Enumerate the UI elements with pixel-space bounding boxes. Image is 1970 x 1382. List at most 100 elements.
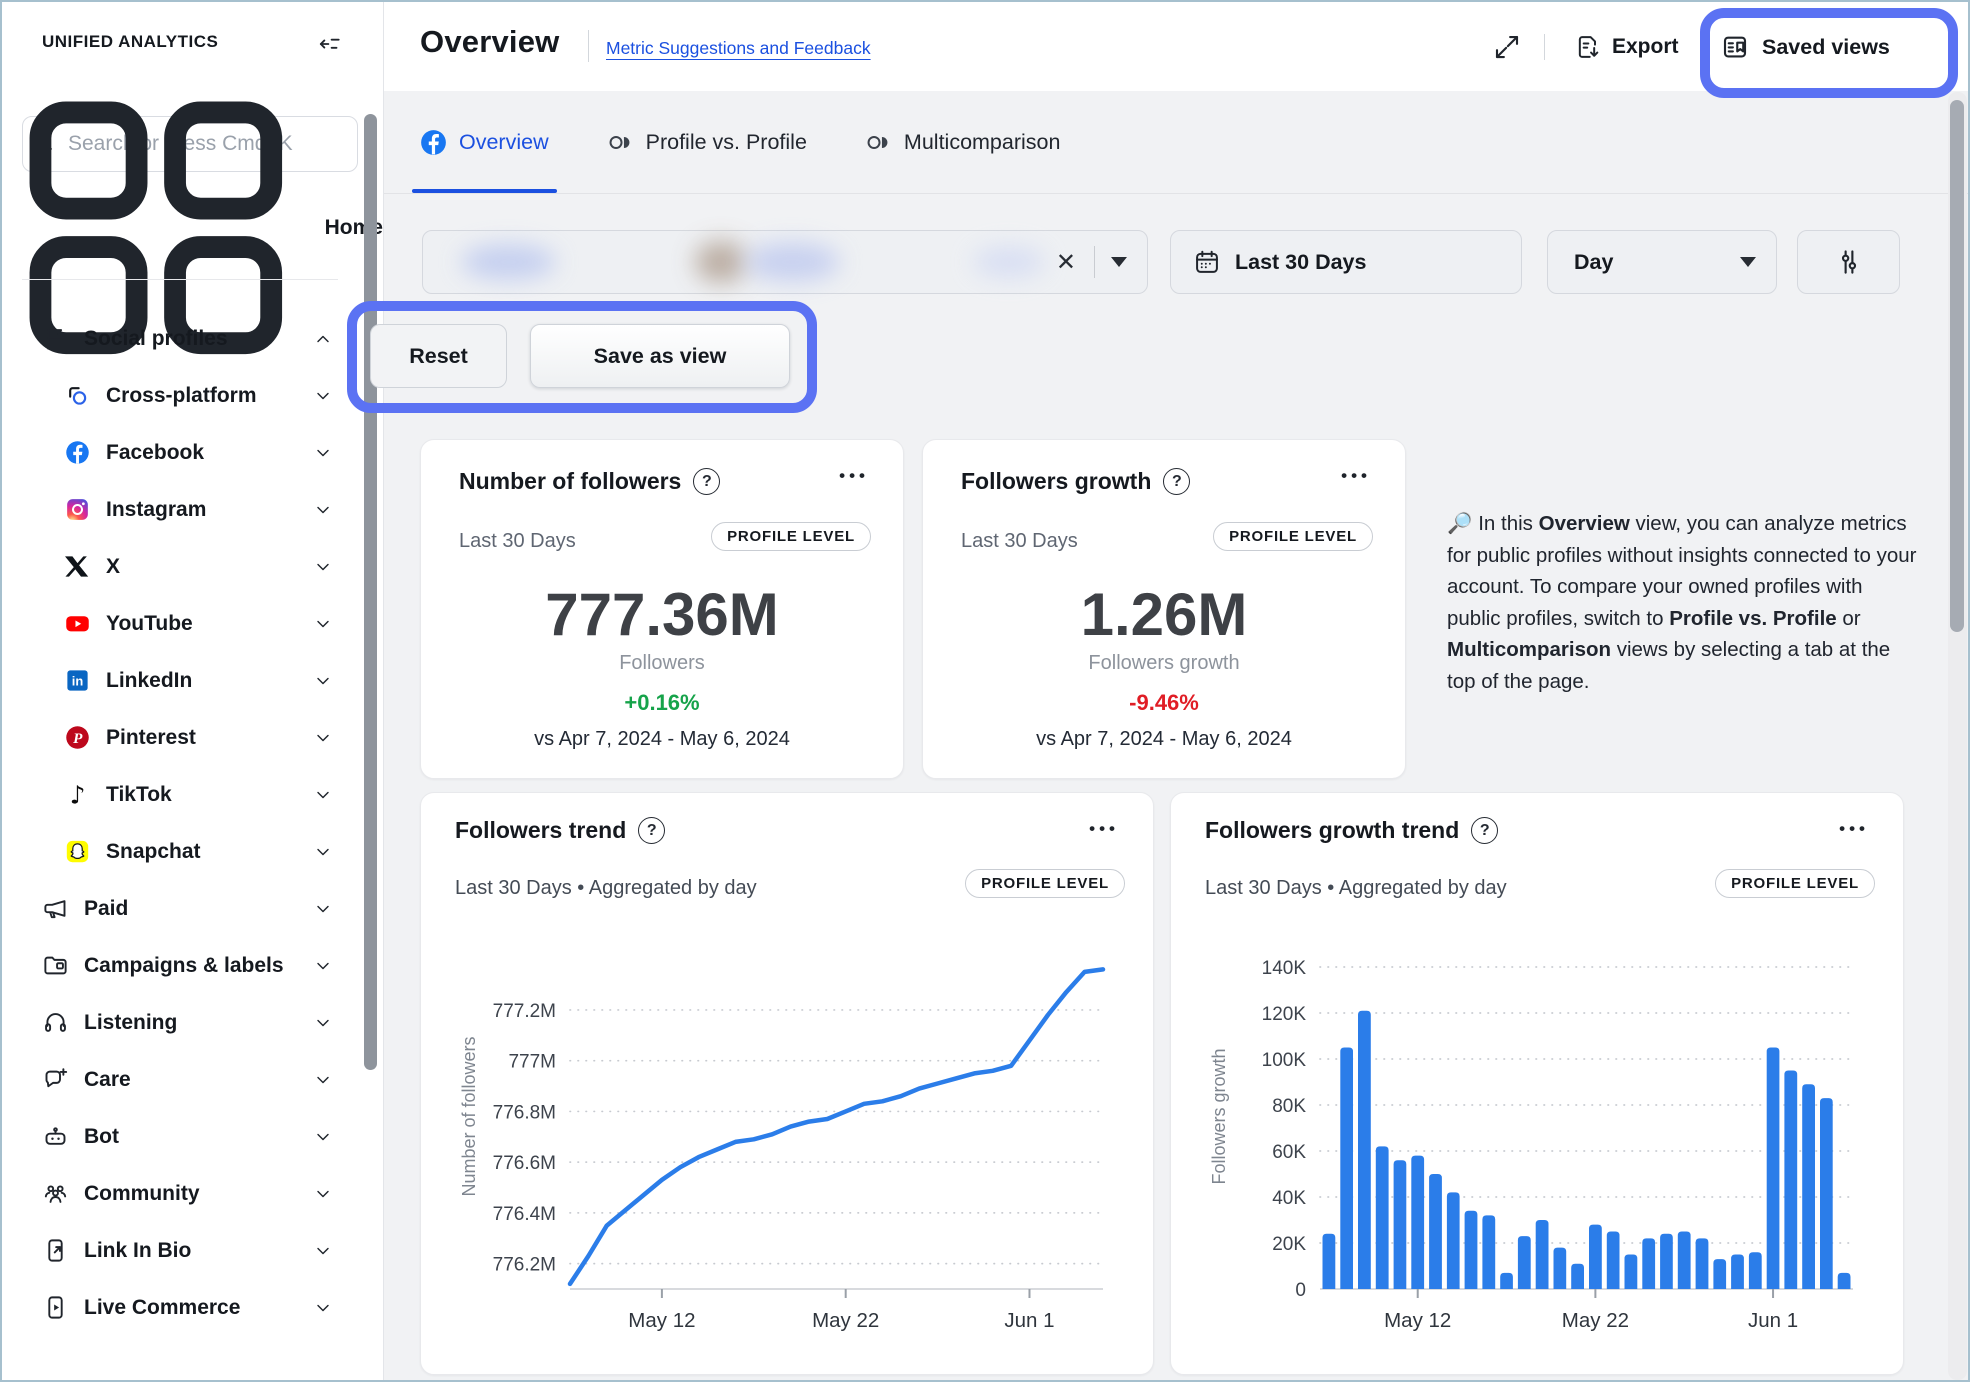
chevron-down-icon[interactable] xyxy=(313,1013,333,1033)
chevron-down-icon[interactable] xyxy=(313,1298,333,1318)
chevron-down-icon[interactable] xyxy=(313,500,333,520)
sidebar-item-pinterest[interactable]: P Pinterest xyxy=(2,709,383,766)
page-header: Overview Metric Suggestions and Feedback… xyxy=(384,2,1970,91)
chevron-down-icon[interactable] xyxy=(313,671,333,691)
chevron-down-icon[interactable] xyxy=(313,557,333,577)
sidebar-item-community[interactable]: Community xyxy=(2,1165,383,1222)
collapse-sidebar-icon xyxy=(317,31,343,57)
sidebar-item-facebook[interactable]: Facebook xyxy=(2,424,383,481)
sidebar-item-paid[interactable]: Paid xyxy=(2,880,383,937)
sidebar-item-live-commerce[interactable]: Live Commerce xyxy=(2,1279,383,1336)
card-period: Last 30 Days xyxy=(459,530,576,553)
chevron-down-icon[interactable] xyxy=(313,728,333,748)
help-icon[interactable]: ? xyxy=(638,817,665,844)
svg-text:May 22: May 22 xyxy=(1562,1309,1629,1332)
reset-button[interactable]: Reset xyxy=(370,324,507,388)
comparison-icon xyxy=(865,129,892,156)
card-period: Last 30 Days xyxy=(961,530,1078,553)
sidebar-item-campaigns-labels[interactable]: Campaigns & labels xyxy=(2,937,383,994)
tab-multicomparison[interactable]: Multicomparison xyxy=(865,91,1061,193)
phone-link-icon xyxy=(42,1237,69,1264)
svg-text:Jun 1: Jun 1 xyxy=(1004,1309,1054,1332)
followers-growth-trend-plot: 020K40K60K80K100K120K140KMay 12May 22Jun… xyxy=(1205,919,1871,1364)
megaphone-icon xyxy=(42,895,69,922)
chevron-down-icon[interactable] xyxy=(313,1184,333,1204)
people-icon xyxy=(42,1180,69,1207)
line-chart-svg: 776.2M776.4M776.6M776.8M777M777.2MMay 12… xyxy=(455,919,1121,1364)
metric-settings-button[interactable] xyxy=(1797,230,1900,294)
sidebar-scrollbar[interactable] xyxy=(364,114,377,1070)
chevron-down-icon[interactable] xyxy=(313,443,333,463)
main-scrollbar-thumb[interactable] xyxy=(1950,100,1964,632)
sidebar-item-linkedin[interactable]: in LinkedIn xyxy=(2,652,383,709)
sidebar-item-home[interactable]: Home xyxy=(2,200,383,256)
chevron-down-icon[interactable] xyxy=(313,785,333,805)
profile-level-badge: PROFILE LEVEL xyxy=(1213,522,1373,551)
sidebar-item-instagram[interactable]: Instagram xyxy=(2,481,383,538)
sidebar-item-snapchat[interactable]: Snapchat xyxy=(2,823,383,880)
page-title: Overview xyxy=(420,24,559,60)
card-title: Followers growth trend ? xyxy=(1205,817,1498,844)
chevron-down-icon[interactable] xyxy=(313,842,333,862)
svg-text:777M: 777M xyxy=(508,1052,556,1073)
cross-platform-icon xyxy=(64,382,91,409)
chevron-up-icon[interactable] xyxy=(313,329,333,349)
sidebar-item-social-profiles[interactable]: Social profiles xyxy=(2,310,383,367)
card-menu-icon[interactable]: ••• xyxy=(1839,819,1869,839)
chevron-down-icon[interactable] xyxy=(313,1070,333,1090)
sidebar: UNIFIED ANALYTICS Home S xyxy=(2,2,384,1380)
collapse-sidebar-button[interactable] xyxy=(314,28,346,60)
headphones-icon xyxy=(42,1009,69,1036)
sidebar-item-tiktok[interactable]: ♪ TikTok xyxy=(2,766,383,823)
brand-logo: UNIFIED ANALYTICS xyxy=(42,32,218,52)
card-menu-icon[interactable]: ••• xyxy=(1341,466,1371,486)
sidebar-item-link-in-bio[interactable]: Link In Bio xyxy=(2,1222,383,1279)
granularity-select[interactable]: Day xyxy=(1547,230,1777,294)
help-icon[interactable]: ? xyxy=(693,468,720,495)
kpi-delta: +0.16% xyxy=(421,690,903,716)
folder-tag-icon xyxy=(42,952,69,979)
card-menu-icon[interactable]: ••• xyxy=(839,466,869,486)
tab-profile-vs-profile[interactable]: Profile vs. Profile xyxy=(607,91,807,193)
chevron-down-icon[interactable] xyxy=(313,386,333,406)
sidebar-item-bot[interactable]: Bot xyxy=(2,1108,383,1165)
date-range-label: Last 30 Days xyxy=(1235,250,1366,275)
chevron-down-icon[interactable] xyxy=(313,1241,333,1261)
chevron-down-icon[interactable] xyxy=(313,1127,333,1147)
card-title: Followers growth ? xyxy=(961,468,1190,495)
sidebar-item-youtube[interactable]: YouTube xyxy=(2,595,383,652)
snapchat-icon xyxy=(64,838,91,865)
svg-text:May 12: May 12 xyxy=(1384,1309,1451,1332)
clear-selection-icon[interactable]: ✕ xyxy=(1056,248,1094,277)
granularity-label: Day xyxy=(1574,250,1613,275)
export-icon xyxy=(1574,33,1602,61)
chevron-down-icon[interactable] xyxy=(313,614,333,634)
tab-overview[interactable]: Overview xyxy=(420,91,549,193)
instagram-icon xyxy=(64,496,91,523)
export-button[interactable]: Export xyxy=(1574,28,1679,66)
sidebar-item-x[interactable]: X xyxy=(2,538,383,595)
chat-plus-icon xyxy=(42,1066,69,1093)
sidebar-item-listening[interactable]: Listening xyxy=(2,994,383,1051)
kpi-card-number-of-followers: Number of followers ? ••• Last 30 Days P… xyxy=(420,439,904,779)
tab-label: Profile vs. Profile xyxy=(646,130,807,155)
date-range-picker[interactable]: Last 30 Days xyxy=(1170,230,1522,294)
sidebar-item-care[interactable]: Care xyxy=(2,1051,383,1108)
kpi-value-label: Followers xyxy=(421,652,903,675)
header-divider xyxy=(1544,34,1545,60)
profile-selector[interactable]: ✕ xyxy=(422,230,1148,294)
save-as-view-button[interactable]: Save as view xyxy=(530,324,790,388)
chevron-down-icon[interactable] xyxy=(313,956,333,976)
saved-views-button[interactable]: Saved views xyxy=(1720,22,1890,72)
chevron-down-icon[interactable] xyxy=(1111,257,1127,267)
robot-icon xyxy=(42,1123,69,1150)
card-menu-icon[interactable]: ••• xyxy=(1089,819,1119,839)
help-icon[interactable]: ? xyxy=(1163,468,1190,495)
svg-text:776.2M: 776.2M xyxy=(493,1255,556,1276)
help-icon[interactable]: ? xyxy=(1471,817,1498,844)
fullscreen-button[interactable] xyxy=(1492,32,1522,62)
chevron-down-icon[interactable] xyxy=(313,899,333,919)
metric-suggestions-link[interactable]: Metric Suggestions and Feedback xyxy=(606,38,871,59)
kpi-delta: -9.46% xyxy=(923,690,1405,716)
sidebar-item-cross-platform[interactable]: Cross-platform xyxy=(2,367,383,424)
